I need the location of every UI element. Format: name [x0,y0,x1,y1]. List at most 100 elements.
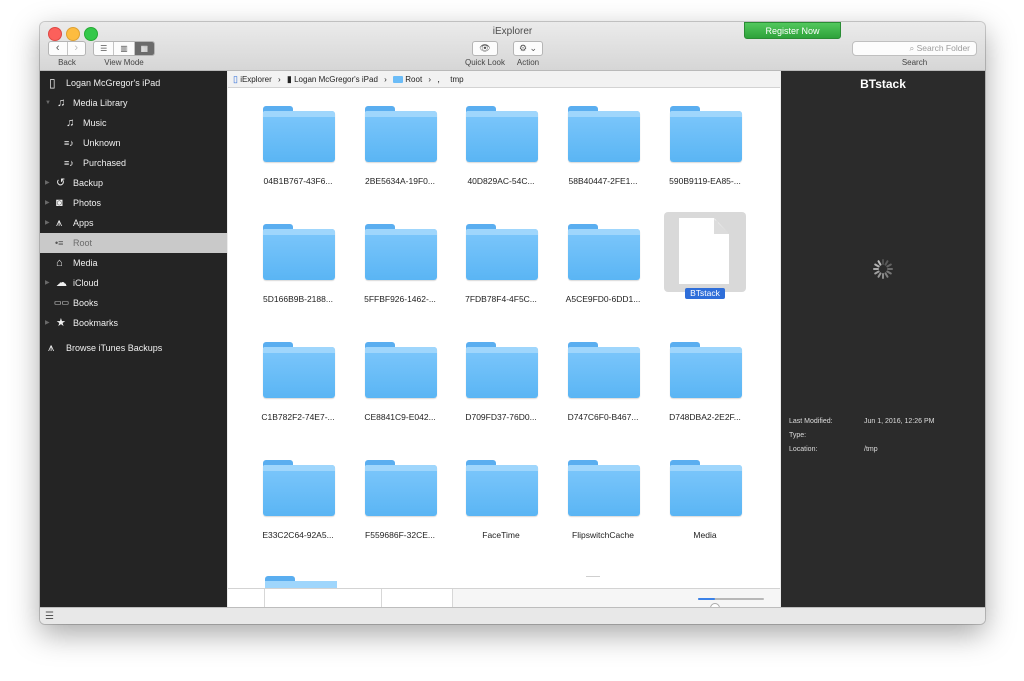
sidebar-item-music[interactable]: ♫ Music [40,113,227,133]
backup-icon: ↺ [56,177,66,189]
column-view-icon[interactable]: ▥ [114,42,135,55]
folder-item[interactable]: Media [655,442,755,552]
sidebar-item-root[interactable]: •≡ Root [40,233,227,253]
sidebar-item-label: Logan McGregor's iPad [66,78,161,88]
music-note-icon: ♫ [57,97,66,109]
icon-size-slider[interactable] [698,598,764,613]
folder-item[interactable]: E33C2C64-92A5... [248,442,348,552]
folder-icon [365,106,437,162]
folder-icon [568,460,640,516]
folder-icon [263,460,335,516]
sidebar-item-backup[interactable]: ▶ ↺ Backup [40,173,227,193]
folder-icon [466,224,538,280]
folder-icon [393,76,404,84]
sidebar-item-photos[interactable]: ▶ ◙ Photos [40,193,227,213]
folder-icon [568,342,640,398]
search-label: Search [901,58,928,67]
folder-icon [466,460,538,516]
meta-label: Type: [789,432,807,439]
meta-type: Type: [789,432,806,439]
partial-file-icon[interactable] [586,576,600,577]
forward-button[interactable]: › [68,42,86,55]
folder-icon[interactable] [265,576,337,588]
back-button[interactable]: ‹ [49,42,68,55]
iexplorer-window: iExplorer Register Now ‹ › Back ☰ ▥ ▦ Vi… [40,22,985,624]
folder-item[interactable]: 40D829AC-54C... [451,88,551,198]
sidebar-item-books[interactable]: ▭▭ Books [40,293,227,313]
sidebar-item-purchased[interactable]: ≡♪ Purchased [40,153,227,173]
search-input[interactable]: ⌕ Search Folder [852,41,977,56]
folder-item[interactable]: 5FFBF926-1462-... [350,206,450,316]
icon-view-icon[interactable]: ▦ [134,42,154,55]
bottom-bar: ☰ [40,607,985,624]
folder-icon [263,224,335,280]
register-now-button[interactable]: Register Now [744,22,841,39]
folder-item[interactable]: F559686F-32CE... [350,442,450,552]
sidebar-item-label: Root [73,238,93,248]
disclosure-right-icon[interactable]: ▶ [45,193,50,213]
iexplorer-app-icon: ▯ [233,74,238,84]
breadcrumb-item[interactable]: Root [405,72,422,88]
back-label: Back [58,58,76,67]
folder-item[interactable]: 2BE5634A-19F0... [350,88,450,198]
folder-item[interactable]: FlipswitchCache [553,442,653,552]
folder-icon [466,342,538,398]
view-mode-control: ☰ ▥ ▦ [93,41,155,56]
search-placeholder: Search Folder [916,43,970,53]
file-label: D748DBA2-2E2F... [669,412,741,422]
meta-location: Location: /tmp [789,446,878,453]
file-item-selected[interactable]: BTstack [655,206,755,316]
disclosure-right-icon[interactable]: ▶ [45,213,50,233]
sidebar-item-apps[interactable]: ▶ ⩚ Apps [40,213,227,233]
folder-icon [365,342,437,398]
file-icon: , [437,74,440,84]
menu-icon[interactable]: ☰ [45,612,54,622]
sidebar-item-label: Backup [73,178,104,188]
folder-item[interactable]: 7FDB78F4-4F5C... [451,206,551,316]
file-browser: 04B1B767-43F6... 2BE5634A-19F0... 40D829AC… [228,88,780,588]
sidebar-item-bookmarks[interactable]: ▶ ★ Bookmarks [40,313,227,333]
list-view-icon[interactable]: ☰ [94,42,115,55]
sidebar-item-unknown[interactable]: ≡♪ Unknown [40,133,227,153]
breadcrumb-item[interactable]: iExplorer [240,72,272,88]
folder-icon [466,106,538,162]
meta-value: Jun 1, 2016, 12:26 PM [864,418,935,425]
breadcrumb-item[interactable]: Logan McGregor's iPad [294,72,378,88]
folder-icon [670,342,742,398]
folder-item[interactable]: 04B1B767-43F6... [248,88,348,198]
folder-item[interactable]: A5CE9FD0-6DD1... [553,206,653,316]
folder-item[interactable]: C1B782F2-74E7-... [248,324,348,434]
back-forward-control: ‹ › [48,41,86,56]
disclosure-right-icon[interactable]: ▶ [45,173,50,193]
action-button[interactable]: ⚙ ⌄ [513,41,543,56]
sidebar-item-media[interactable]: ⌂ Media [40,253,227,273]
sidebar: ▯ Logan McGregor's iPad ▼ ♫ Media Librar… [40,71,227,607]
sidebar-item-label: Apps [73,218,94,228]
sidebar-item-label: Purchased [83,158,127,168]
disclosure-down-icon[interactable]: ▼ [45,93,51,113]
quick-look-button[interactable]: 👁 [472,41,498,56]
folder-item[interactable]: 58B40447-2FE1... [553,88,653,198]
window-title: iExplorer [492,26,533,37]
folder-icon [365,224,437,280]
breadcrumb-item-current[interactable]: tmp [450,72,463,88]
folder-item[interactable]: CE8841C9-E042... [350,324,450,434]
folder-item[interactable]: FaceTime [451,442,551,552]
sidebar-item-label: Media [73,258,98,268]
folder-item[interactable]: D747C6F0-B467... [553,324,653,434]
sidebar-item-device[interactable]: ▯ Logan McGregor's iPad [40,73,227,93]
sidebar-item-media-library[interactable]: ▼ ♫ Media Library [40,93,227,113]
disclosure-right-icon[interactable]: ▶ [45,313,50,333]
folder-item[interactable]: 590B9119-EA85-... [655,88,755,198]
eye-icon: 👁 [479,43,491,53]
folder-item[interactable]: D709FD37-76D0... [451,324,551,434]
disclosure-right-icon[interactable]: ▶ [45,273,50,293]
sidebar-item-icloud[interactable]: ▶ ☁ iCloud [40,273,227,293]
home-media-icon: ⌂ [56,257,63,269]
apps-icon: ⩚ [56,217,63,229]
sidebar-item-browse-itunes-backups[interactable]: ⩚ Browse iTunes Backups [40,338,227,358]
sidebar-item-label: Unknown [83,138,121,148]
folder-item[interactable]: D748DBA2-2E2F... [655,324,755,434]
folder-item[interactable]: 5D166B9B-2188... [248,206,348,316]
ipad-icon: ▯ [49,76,56,90]
